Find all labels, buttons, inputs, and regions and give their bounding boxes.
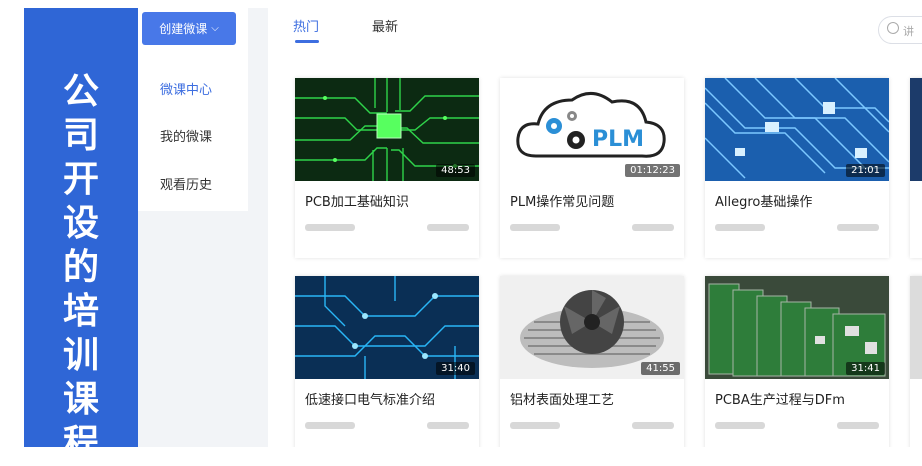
course-title[interactable]: PCB加工基础知识 bbox=[305, 191, 409, 210]
course-thumbnail: 21:01 bbox=[705, 78, 889, 181]
meta-author bbox=[715, 224, 765, 231]
course-card[interactable]: PLM 01:12:23 PLM操作常见问题 bbox=[500, 78, 684, 258]
course-card[interactable]: 48:53 PCB加工基础知识 bbox=[295, 78, 479, 258]
course-title[interactable]: 低速接口电气标准介绍 bbox=[305, 389, 435, 408]
meta-author bbox=[305, 224, 355, 231]
meta-views bbox=[837, 224, 879, 231]
meta-views bbox=[427, 422, 469, 429]
side-title-char: 的 bbox=[62, 247, 99, 288]
course-title[interactable]: 铝材表面处理工艺 bbox=[510, 389, 614, 408]
side-title-char: 培 bbox=[62, 291, 99, 332]
app-screen: 创建微课 ⌵ 微课中心 我的微课 观看历史 热门 最新 讲 48:53 PCB加… bbox=[138, 8, 922, 447]
active-tab-indicator bbox=[295, 40, 319, 43]
duration-badge: 21:01 bbox=[846, 164, 885, 177]
course-card[interactable]: 21:01 Allegro基础操作 bbox=[705, 78, 889, 258]
course-card[interactable]: 41:55 铝材表面处理工艺 bbox=[500, 276, 684, 447]
meta-views bbox=[837, 422, 879, 429]
course-card[interactable]: 31:40 低速接口电气标准介绍 bbox=[295, 276, 479, 447]
side-title-char: 训 bbox=[62, 335, 99, 376]
course-thumbnail: 41:55 bbox=[500, 276, 684, 379]
course-title[interactable]: PLM操作常见问题 bbox=[510, 191, 614, 210]
side-title-char: 司 bbox=[62, 115, 99, 156]
duration-badge: 41:55 bbox=[641, 362, 680, 375]
course-title[interactable]: PCBA生产过程与DFm bbox=[715, 389, 845, 408]
meta-author bbox=[510, 224, 560, 231]
course-thumbnail: 31:41 bbox=[705, 276, 889, 379]
duration-badge: 31:40 bbox=[436, 362, 475, 375]
duration-badge: 01:12:23 bbox=[625, 164, 680, 177]
search-placeholder: 讲 bbox=[903, 25, 914, 38]
tab-latest[interactable]: 最新 bbox=[372, 16, 398, 35]
tab-hot[interactable]: 热门 bbox=[293, 16, 319, 35]
duration-badge: 31:41 bbox=[846, 362, 885, 375]
side-title-char: 开 bbox=[62, 159, 99, 200]
create-course-button[interactable]: 创建微课 ⌵ bbox=[142, 12, 236, 45]
course-card[interactable]: 31:41 PCBA生产过程与DFm bbox=[705, 276, 889, 447]
course-thumbnail bbox=[910, 78, 922, 181]
search-input[interactable]: 讲 bbox=[878, 16, 922, 44]
side-title-char: 程 bbox=[62, 423, 99, 464]
course-thumbnail: 48:53 bbox=[295, 78, 479, 181]
course-card-partial[interactable] bbox=[910, 276, 922, 447]
side-title: 公 司 开 设 的 培 训 课 程 bbox=[24, 70, 138, 466]
sidebar-item-my-courses[interactable]: 我的微课 bbox=[160, 126, 212, 145]
course-thumbnail: 31:40 bbox=[295, 276, 479, 379]
main-content: 热门 最新 讲 48:53 PCB加工基础知识 PLM 01:12:23 PLM… bbox=[268, 8, 922, 447]
meta-author bbox=[305, 422, 355, 429]
search-icon bbox=[887, 22, 899, 34]
side-title-char: 公 bbox=[62, 71, 99, 112]
meta-views bbox=[632, 422, 674, 429]
course-thumbnail: PLM 01:12:23 bbox=[500, 78, 684, 181]
course-card-partial[interactable] bbox=[910, 78, 922, 258]
sidebar-item-watch-history[interactable]: 观看历史 bbox=[160, 174, 212, 193]
course-title[interactable]: Allegro基础操作 bbox=[715, 191, 812, 210]
chevron-down-icon: ⌵ bbox=[211, 23, 219, 34]
meta-views bbox=[632, 224, 674, 231]
plm-logo-text: PLM bbox=[592, 127, 644, 152]
create-course-label: 创建微课 bbox=[159, 22, 208, 36]
sidebar-item-course-center[interactable]: 微课中心 bbox=[160, 79, 212, 98]
side-title-char: 课 bbox=[62, 379, 99, 420]
course-thumbnail bbox=[910, 276, 922, 379]
meta-author bbox=[715, 422, 765, 429]
meta-author bbox=[510, 422, 560, 429]
side-title-char: 设 bbox=[62, 203, 99, 244]
meta-views bbox=[427, 224, 469, 231]
left-nav: 创建微课 ⌵ 微课中心 我的微课 观看历史 bbox=[138, 8, 248, 211]
duration-badge: 48:53 bbox=[436, 164, 475, 177]
